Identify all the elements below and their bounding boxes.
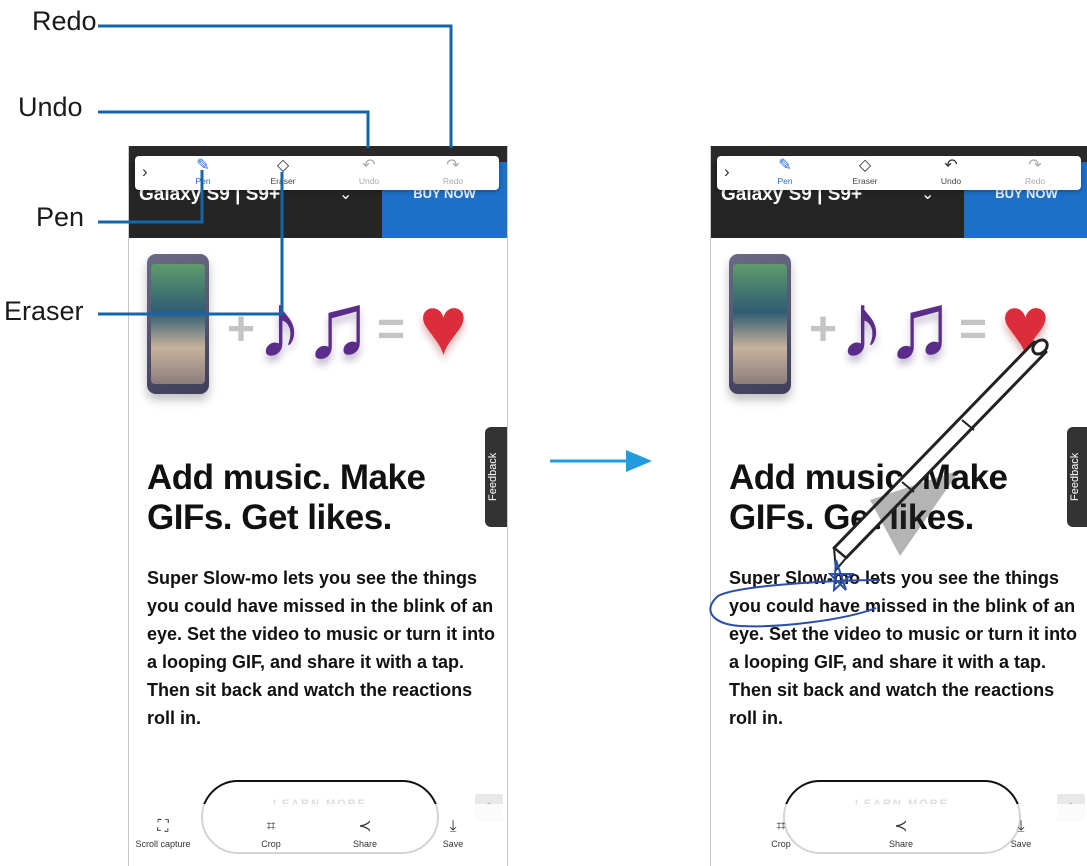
transition-arrow <box>550 450 652 472</box>
callout-lines <box>98 24 453 316</box>
annotation-overlay <box>98 24 1049 628</box>
handwritten-ink <box>709 559 881 628</box>
s-pen-image <box>832 338 1049 571</box>
